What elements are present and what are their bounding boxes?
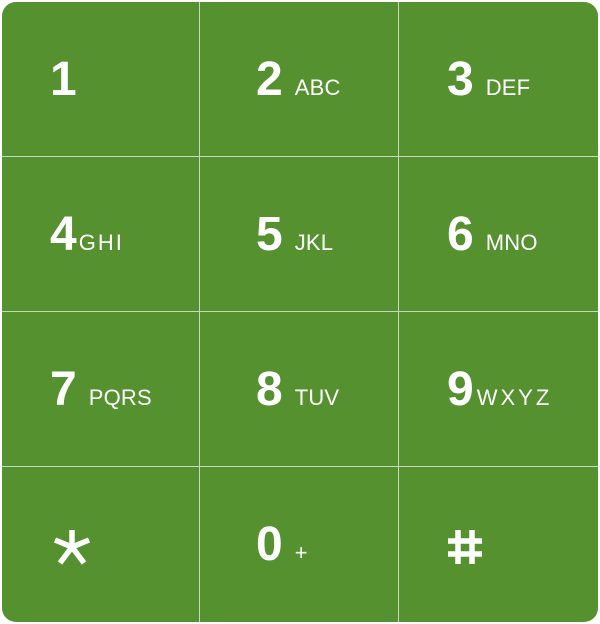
key-letters: ABC: [294, 75, 341, 100]
key-7[interactable]: 7 PQRS: [2, 312, 200, 467]
key-4[interactable]: 4 GHI: [2, 157, 200, 312]
key-digit: 9: [447, 363, 474, 416]
key-3[interactable]: 3 DEF: [399, 2, 598, 157]
key-digit: 8: [256, 363, 283, 416]
key-digit: 5: [256, 208, 283, 261]
hash-icon: [448, 530, 482, 564]
key-digit: 1: [50, 53, 77, 106]
key-digit: 7: [50, 363, 77, 416]
key-letters: JKL: [294, 230, 334, 255]
key-letters: +: [294, 540, 308, 565]
key-1[interactable]: 1: [2, 2, 200, 157]
key-digit: 3: [447, 53, 474, 106]
key-6[interactable]: 6 MNO: [399, 157, 598, 312]
key-9[interactable]: 9 WXYZ: [399, 312, 598, 467]
key-letters: MNO: [485, 230, 538, 255]
key-letters: TUV: [294, 385, 340, 410]
key-2[interactable]: 2 ABC: [200, 2, 399, 157]
key-digit: 2: [256, 53, 283, 106]
key-letters: DEF: [485, 75, 531, 100]
key-5[interactable]: 5 JKL: [200, 157, 399, 312]
key-letters: PQRS: [88, 385, 152, 410]
key-digit: 0: [256, 518, 283, 571]
key-letters: WXYZ: [476, 385, 553, 410]
asterisk-icon: [53, 530, 91, 565]
key-8[interactable]: 8 TUV: [200, 312, 399, 467]
dial-keypad: 1 2 ABC 3 DEF 4 GHI 5 JKL 6 MNO 7 PQRS 8…: [2, 2, 598, 622]
key-star[interactable]: [2, 467, 200, 622]
key-hash[interactable]: [399, 467, 598, 622]
key-0[interactable]: 0 +: [200, 467, 399, 622]
key-digit: 4: [50, 208, 77, 261]
key-digit: 6: [447, 208, 474, 261]
key-letters: GHI: [78, 230, 124, 255]
